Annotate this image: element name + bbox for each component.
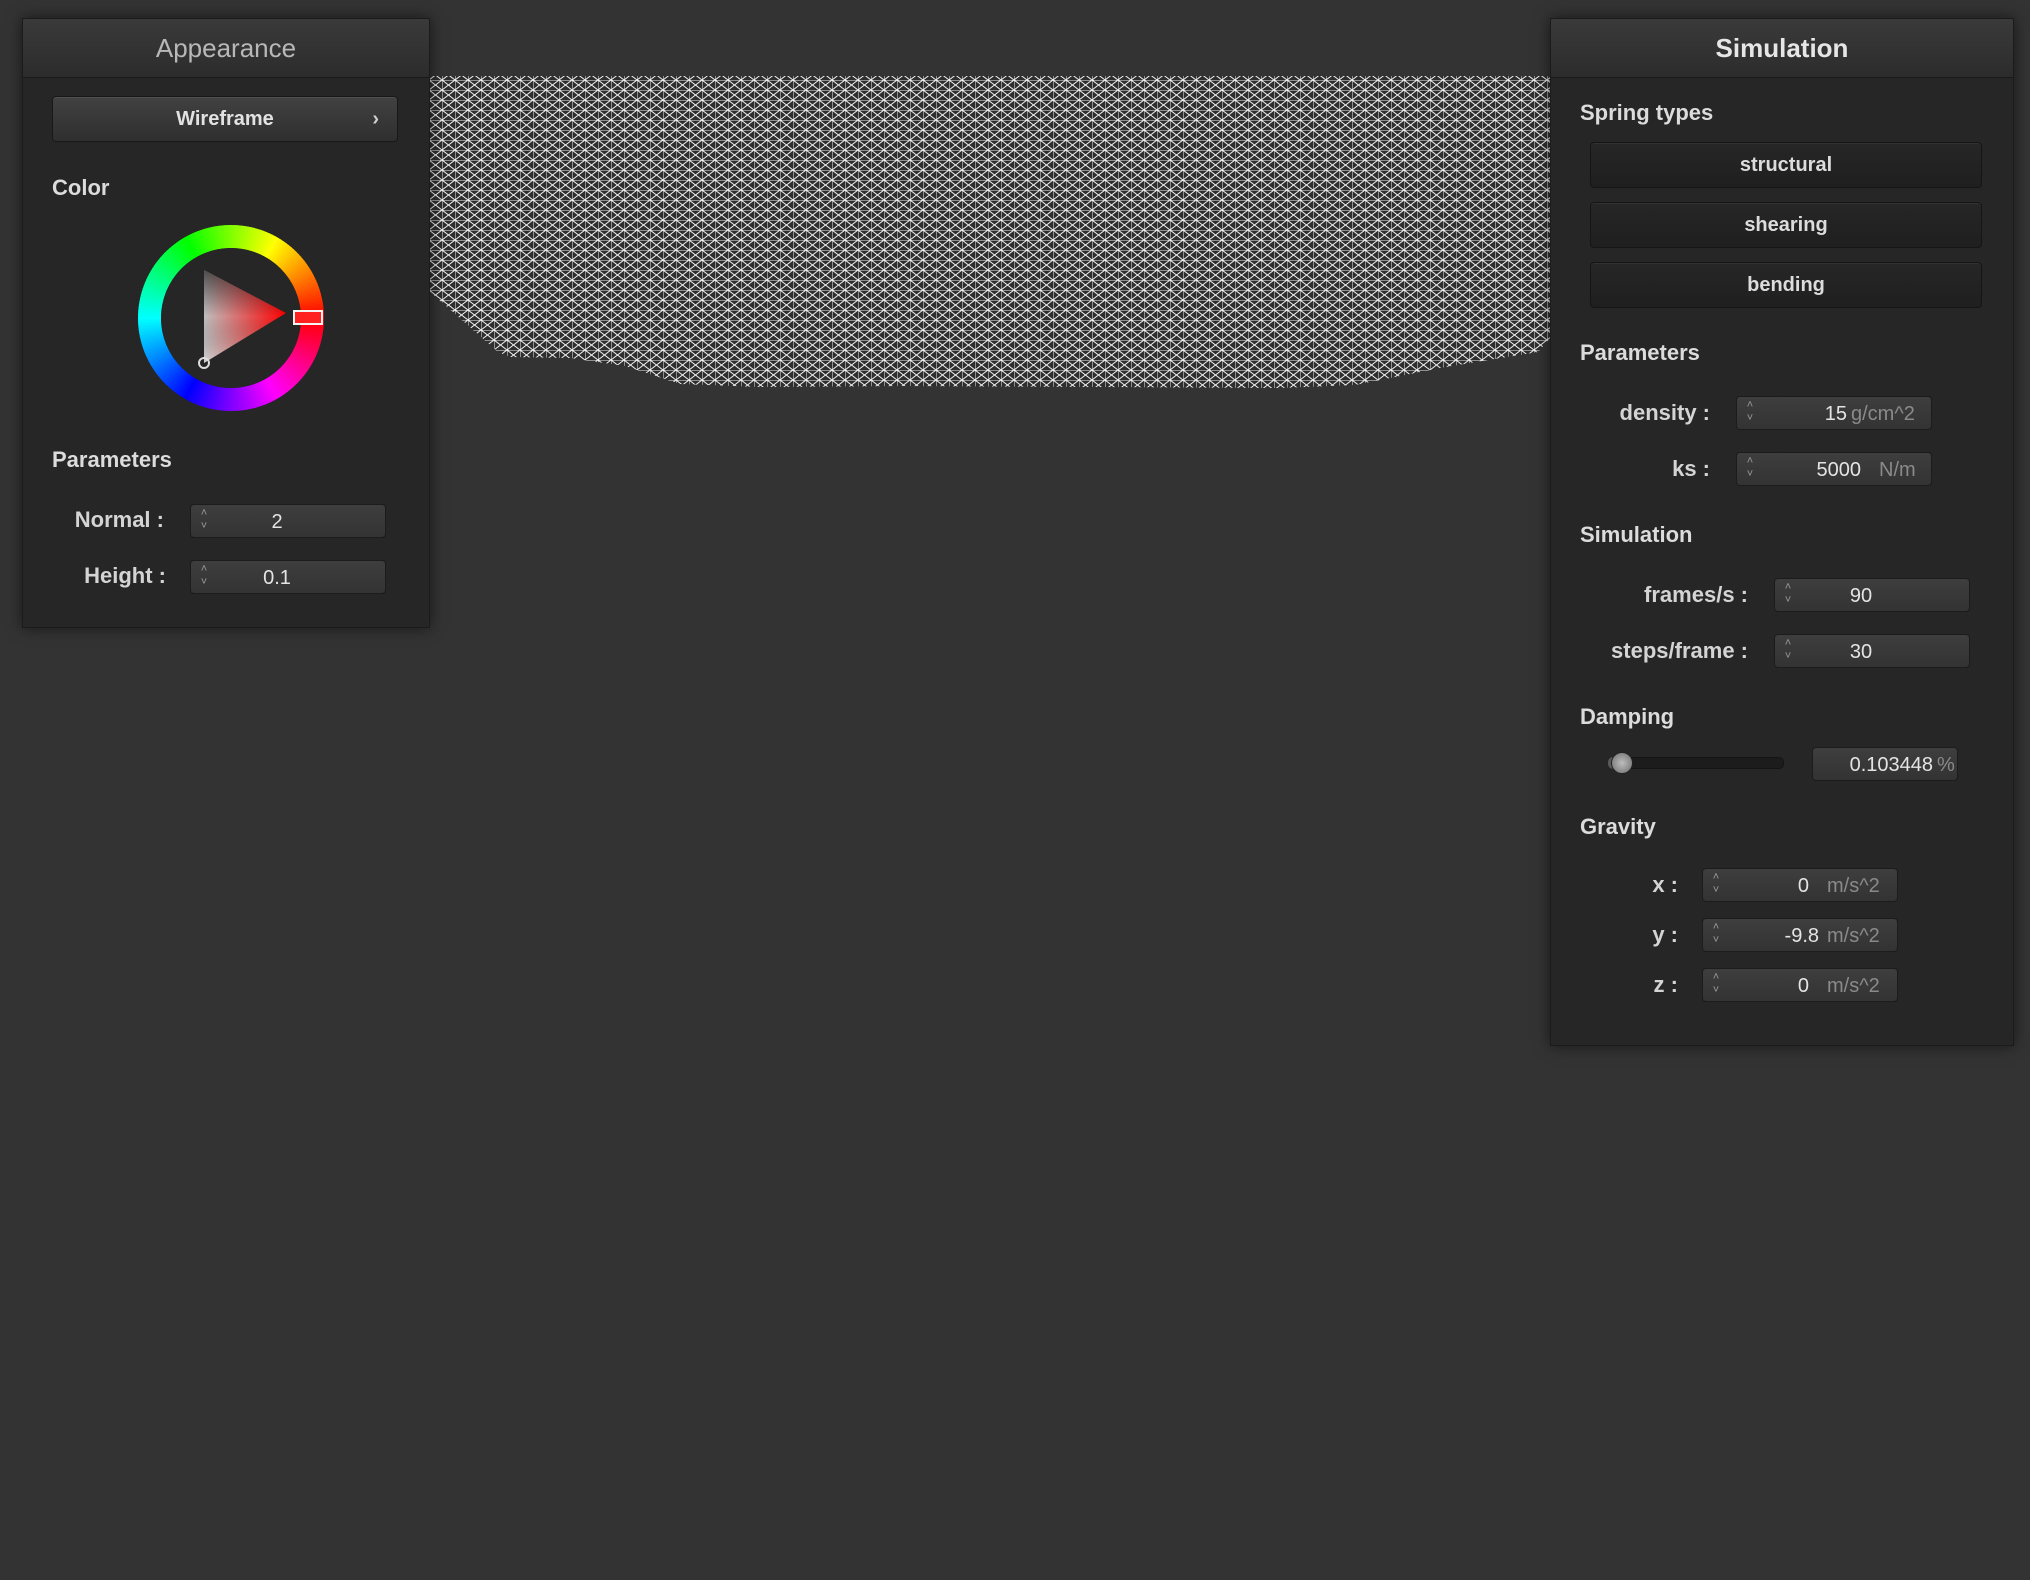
frames-per-second-input[interactable]: ˄ ˅ 90 [1774, 578, 1970, 612]
steps-per-frame-value[interactable]: 30 [1801, 635, 1921, 667]
normal-input[interactable]: ˄ ˅ 2 [190, 504, 386, 538]
gravity-y-input[interactable]: ˄ ˅ -9.8 m/s^2 [1702, 918, 1898, 952]
damping-unit: % [1937, 754, 1955, 776]
up-down-spinner-icon[interactable]: ˄ ˅ [1743, 399, 1757, 427]
up-down-spinner-icon[interactable]: ˄ ˅ [1709, 971, 1723, 999]
appearance-panel-title: Appearance [23, 19, 429, 78]
density-input[interactable]: ˄ ˅ 15 g/cm^2 [1736, 396, 1932, 430]
damping-input[interactable]: 0.103448 % [1812, 747, 1958, 781]
damping-label: Damping [1580, 704, 1675, 729]
ks-unit: N/m [1879, 459, 1916, 481]
frames-per-second-label: frames/s : [1644, 582, 1748, 607]
chevron-right-icon: › [372, 108, 379, 130]
gravity-z-unit: m/s^2 [1827, 975, 1880, 997]
simulation-section-label: Simulation [1580, 522, 1693, 547]
shader-select-label: Wireframe [176, 108, 274, 130]
simulation-parameters-label: Parameters [1580, 340, 1700, 365]
ks-label: ks : [1672, 456, 1710, 481]
frames-per-second-value[interactable]: 90 [1801, 579, 1921, 611]
density-label: density : [1619, 400, 1710, 425]
gravity-x-value[interactable]: 0 [1727, 869, 1809, 901]
normal-label: Normal : [74, 507, 164, 532]
height-label: Height : [84, 563, 166, 588]
gravity-y-value[interactable]: -9.8 [1727, 919, 1819, 951]
up-down-spinner-icon[interactable]: ˄ ˅ [1709, 921, 1723, 949]
ks-value[interactable]: 5000 [1761, 453, 1862, 485]
damping-slider-handle[interactable] [1610, 752, 1633, 774]
appearance-parameters-label: Parameters [52, 447, 172, 472]
height-input[interactable]: ˄ ˅ 0.1 [190, 560, 386, 594]
shearing-spring-toggle[interactable]: shearing [1590, 202, 1982, 248]
gravity-z-label: z : [1653, 972, 1678, 997]
gravity-x-input[interactable]: ˄ ˅ 0 m/s^2 [1702, 868, 1898, 902]
up-down-spinner-icon[interactable]: ˄ ˅ [1709, 871, 1723, 899]
density-value[interactable]: 15 [1761, 397, 1847, 429]
shader-select-button[interactable]: Wireframe › [52, 96, 398, 142]
hue-selector-marker[interactable] [293, 310, 323, 325]
steps-per-frame-label: steps/frame : [1611, 638, 1748, 663]
up-down-spinner-icon[interactable]: ˄ ˅ [1743, 455, 1757, 483]
normal-value[interactable]: 2 [217, 505, 337, 537]
spring-types-label: Spring types [1580, 100, 1714, 125]
cloth-mesh [428, 76, 1550, 388]
simulation-panel-title: Simulation [1551, 19, 2013, 78]
color-wheel[interactable] [138, 225, 324, 411]
ks-input[interactable]: ˄ ˅ 5000 N/m [1736, 452, 1932, 486]
color-label: Color [52, 175, 110, 200]
gravity-y-label: y : [1652, 922, 1678, 947]
gravity-label: Gravity [1580, 814, 1656, 839]
structural-spring-toggle[interactable]: structural [1590, 142, 1982, 188]
up-down-spinner-icon[interactable]: ˄ ˅ [197, 507, 211, 535]
up-down-spinner-icon[interactable]: ˄ ˅ [1781, 637, 1795, 665]
steps-per-frame-input[interactable]: ˄ ˅ 30 [1774, 634, 1970, 668]
gravity-z-value[interactable]: 0 [1727, 969, 1809, 1001]
gravity-x-label: x : [1652, 872, 1678, 897]
up-down-spinner-icon[interactable]: ˄ ˅ [1781, 581, 1795, 609]
gravity-z-input[interactable]: ˄ ˅ 0 m/s^2 [1702, 968, 1898, 1002]
gravity-x-unit: m/s^2 [1827, 875, 1880, 897]
up-down-spinner-icon[interactable]: ˄ ˅ [197, 563, 211, 591]
bending-spring-toggle[interactable]: bending [1590, 262, 1982, 308]
gravity-y-unit: m/s^2 [1827, 925, 1880, 947]
damping-slider-track[interactable] [1608, 757, 1784, 769]
height-value[interactable]: 0.1 [217, 561, 337, 593]
damping-value[interactable]: 0.103448 [1817, 748, 1933, 780]
density-unit: g/cm^2 [1851, 403, 1915, 425]
